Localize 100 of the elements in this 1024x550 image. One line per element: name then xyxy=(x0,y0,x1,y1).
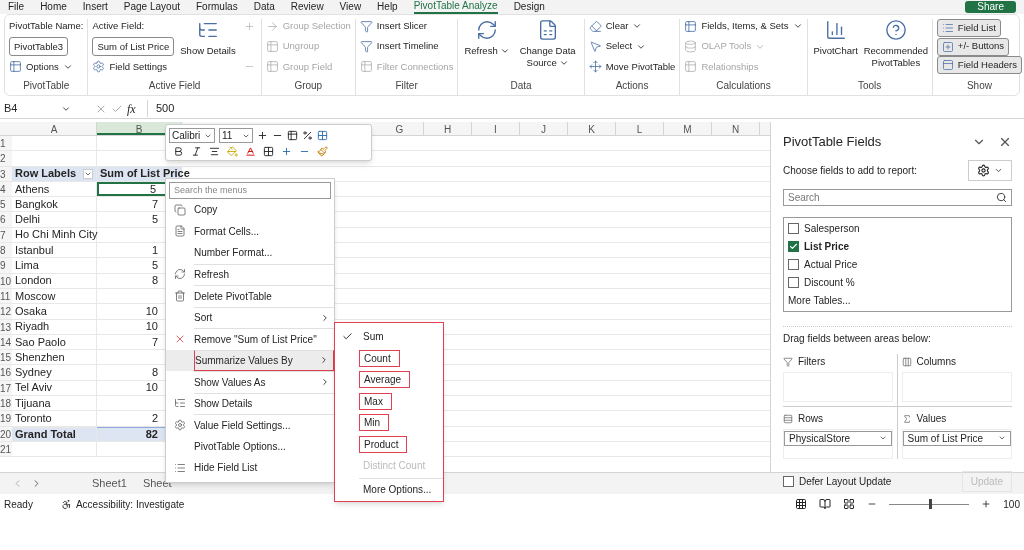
ribbon-large-button[interactable]: PivotChart xyxy=(811,19,860,57)
row-number[interactable]: 6 xyxy=(0,212,12,227)
ribbon-tab[interactable]: Design xyxy=(513,1,545,13)
toggle-button[interactable]: +/- Buttons xyxy=(936,37,1010,56)
format-painter-icon[interactable] xyxy=(317,146,328,157)
toggle-button[interactable]: Field Headers xyxy=(936,56,1022,74)
menu-item[interactable]: Format Cells... xyxy=(194,220,334,242)
increase-decimal-icon[interactable] xyxy=(281,146,292,157)
text-field[interactable]: Sum of List Price xyxy=(92,37,175,56)
ribbon-large-button[interactable]: Refresh xyxy=(462,19,512,57)
zoom-in-icon[interactable] xyxy=(981,499,992,509)
toggle-button[interactable]: Field List xyxy=(936,19,1001,37)
column-header[interactable]: L xyxy=(616,122,664,135)
ribbon-tab[interactable]: Home xyxy=(40,1,67,13)
ribbon-tab[interactable]: Insert xyxy=(82,1,108,13)
field-label[interactable]: Discount % xyxy=(804,274,855,290)
ribbon-tab[interactable]: Page Layout xyxy=(123,1,180,13)
menu-item[interactable]: Delete PivotTable xyxy=(194,285,334,307)
share-button[interactable]: Share xyxy=(965,1,1016,13)
column-header[interactable]: I xyxy=(472,122,520,135)
column-header[interactable]: G xyxy=(376,122,424,135)
row-number[interactable]: 5 xyxy=(0,197,12,212)
menu-item[interactable]: More Options... xyxy=(359,477,443,497)
settings-button[interactable] xyxy=(968,159,1012,181)
ribbon-button[interactable]: Options xyxy=(9,59,73,74)
ribbon-large-button[interactable]: Change Data Source xyxy=(515,19,580,69)
ribbon-button[interactable]: Insert Timeline xyxy=(359,39,439,54)
menu-item[interactable]: Sum xyxy=(359,329,388,345)
menu-item[interactable]: PivotTable Options... xyxy=(194,435,334,457)
checkbox[interactable] xyxy=(783,475,794,487)
column-header[interactable]: H xyxy=(424,122,472,135)
menu-item[interactable]: Max xyxy=(359,392,392,410)
menu-item[interactable]: Refresh xyxy=(194,263,334,285)
search-field[interactable]: Search xyxy=(783,188,1012,206)
ribbon-tab[interactable]: Formulas xyxy=(196,1,238,13)
menu-item[interactable]: Copy xyxy=(194,199,334,221)
checkbox[interactable] xyxy=(788,240,799,252)
column-header[interactable]: M xyxy=(664,122,712,135)
percent-icon[interactable] xyxy=(302,130,313,141)
menu-item[interactable]: Average xyxy=(359,371,411,389)
menu-search-field[interactable]: Search the menus xyxy=(169,182,331,199)
ribbon-tab[interactable]: Help xyxy=(377,1,398,13)
page-layout-icon[interactable] xyxy=(819,498,832,510)
ribbon-button[interactable]: Field Settings xyxy=(92,59,167,74)
checkbox[interactable] xyxy=(788,276,799,288)
row-number[interactable]: 18 xyxy=(0,396,12,411)
menu-item[interactable]: Sort xyxy=(194,306,334,328)
row-number[interactable]: 12 xyxy=(0,304,12,319)
italic-icon[interactable] xyxy=(191,146,202,157)
ribbon-button[interactable]: Select xyxy=(588,39,647,54)
function-button[interactable]: fx xyxy=(127,99,143,118)
align-center-icon[interactable] xyxy=(209,146,220,157)
ribbon-large-button[interactable]: Show Details xyxy=(178,19,238,57)
number-format-icon[interactable] xyxy=(287,130,298,141)
filter-dropdown-icon[interactable] xyxy=(83,168,93,179)
row-number[interactable]: 19 xyxy=(0,411,12,426)
accessibility-button[interactable]: Accessibility: Investigate xyxy=(60,496,185,512)
fill-color-icon[interactable] xyxy=(227,146,238,157)
font-dropdown[interactable]: Calibri xyxy=(169,128,215,143)
bold-icon[interactable] xyxy=(173,146,184,157)
name-box[interactable]: B4 xyxy=(0,100,75,117)
menu-item[interactable]: Summarize Values By xyxy=(194,349,334,371)
row-number[interactable]: 8 xyxy=(0,243,12,258)
field-label[interactable]: List Price xyxy=(804,238,850,254)
page-break-icon[interactable] xyxy=(843,498,856,510)
ribbon-tab[interactable]: View xyxy=(339,1,362,13)
font-size-dropdown[interactable]: 11 xyxy=(219,128,253,143)
borders-icon[interactable] xyxy=(263,146,274,157)
column-header[interactable]: N xyxy=(712,122,760,135)
sheet-tab[interactable]: Sheet1 xyxy=(88,475,131,492)
area-field[interactable]: Sum of List Price xyxy=(902,430,1011,446)
row-number[interactable]: 16 xyxy=(0,365,12,380)
row-number[interactable]: 15 xyxy=(0,350,12,365)
area-field[interactable]: PhysicalStore xyxy=(784,430,892,446)
ribbon-tab[interactable]: Data xyxy=(253,1,275,13)
more-tables-link[interactable]: More Tables... xyxy=(788,292,1007,308)
menu-item[interactable]: Number Format... xyxy=(194,242,334,264)
merge-icon[interactable] xyxy=(317,130,328,141)
ribbon-button[interactable]: Clear xyxy=(588,19,643,34)
checkbox[interactable] xyxy=(788,222,799,234)
menu-item[interactable]: Count xyxy=(359,349,400,367)
checkbox[interactable] xyxy=(788,258,799,270)
field-label[interactable]: Actual Price xyxy=(804,256,858,272)
column-header[interactable]: K xyxy=(568,122,616,135)
ribbon-tab[interactable]: File xyxy=(8,1,25,13)
menu-item[interactable]: Min xyxy=(359,414,390,432)
column-header[interactable]: J xyxy=(520,122,568,135)
row-number[interactable]: 9 xyxy=(0,258,12,273)
ribbon-tab[interactable]: Review xyxy=(290,1,324,13)
normal-view-icon[interactable] xyxy=(795,498,808,510)
menu-item[interactable]: Hide Field List xyxy=(194,457,334,479)
ribbon-button[interactable]: Move PivotTable xyxy=(588,59,676,74)
row-number[interactable]: 2 xyxy=(0,151,12,166)
ribbon-button[interactable]: Insert Slicer xyxy=(359,19,427,34)
text-field[interactable]: PivotTable3 xyxy=(9,37,69,56)
row-number[interactable]: 1 xyxy=(0,136,12,151)
slider-thumb[interactable] xyxy=(929,498,933,509)
ribbon-large-button[interactable]: Recommended PivotTables xyxy=(863,19,928,69)
formula-field[interactable]: 500 xyxy=(147,100,1024,117)
field-label[interactable]: Salesperson xyxy=(804,220,860,236)
